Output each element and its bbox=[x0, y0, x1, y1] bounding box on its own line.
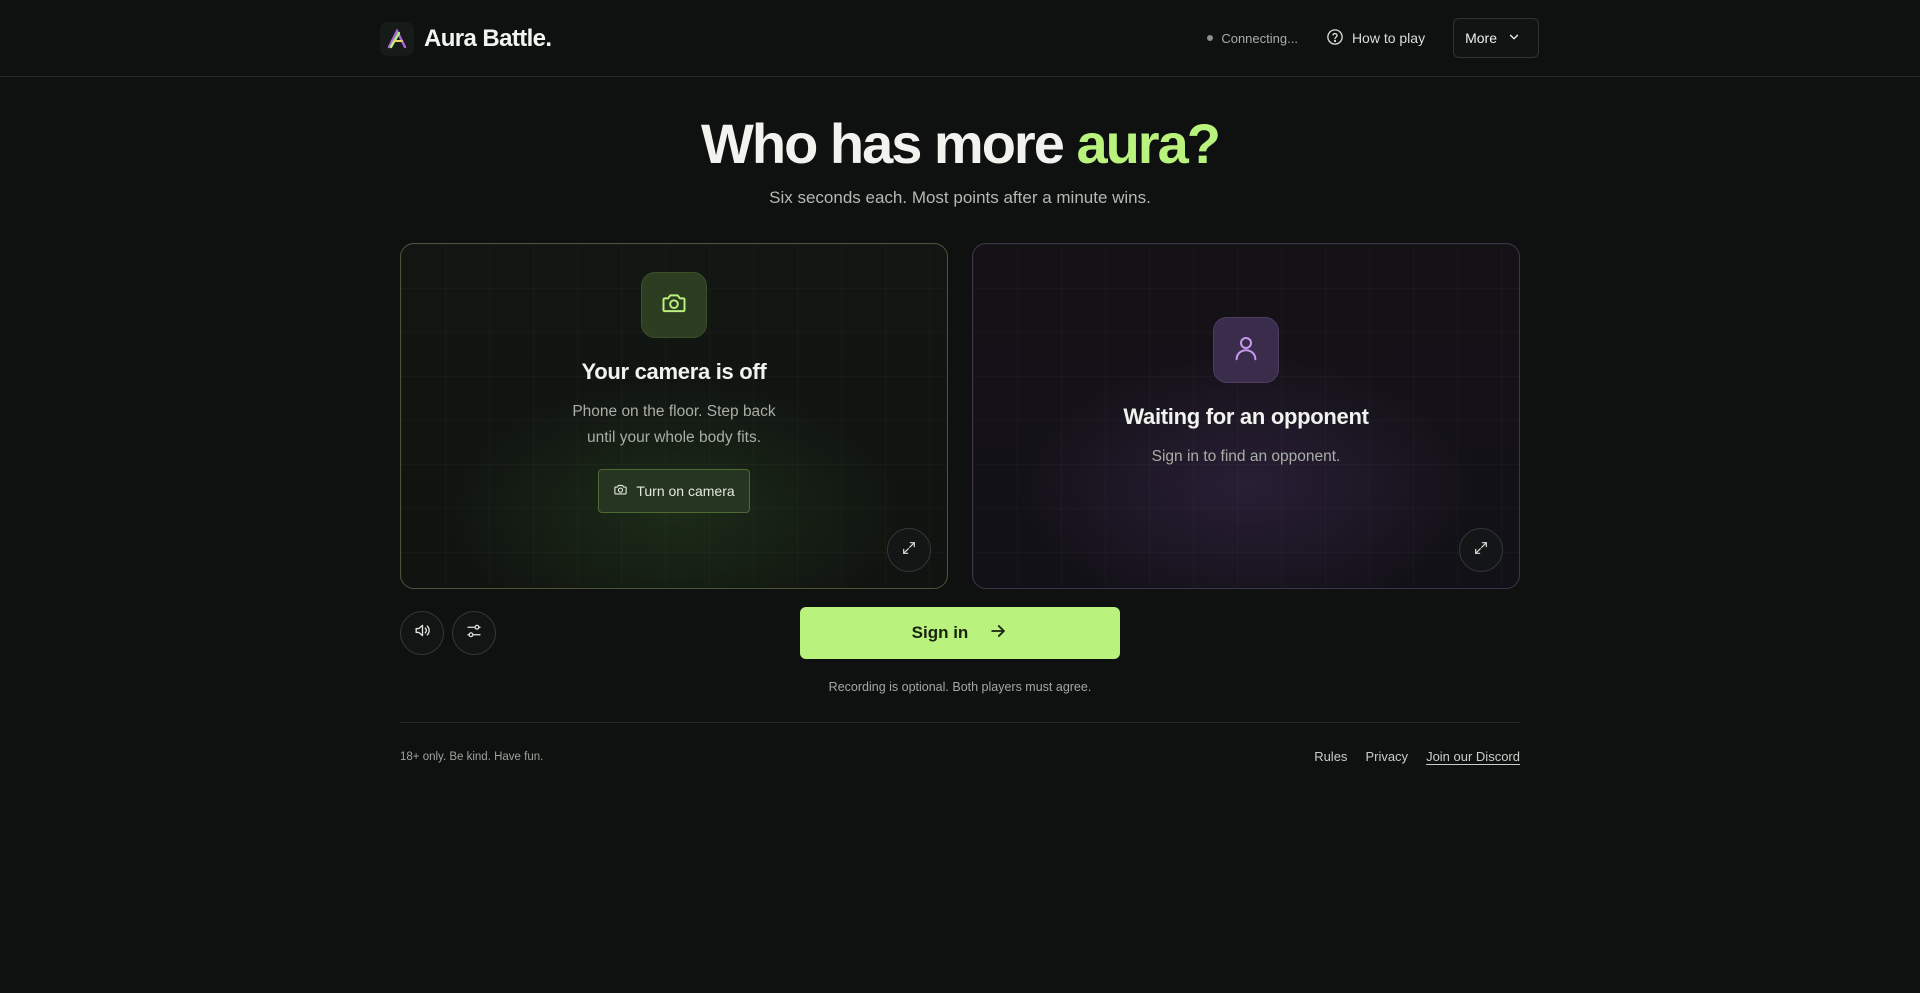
hero-subtitle: Six seconds each. Most points after a mi… bbox=[769, 188, 1151, 207]
waiting-text: Sign in to find an opponent. bbox=[1151, 448, 1341, 465]
header-actions: Connecting... How to play More bbox=[1207, 18, 1539, 58]
footer-divider bbox=[400, 722, 1520, 723]
footer-link-rules[interactable]: Rules bbox=[1314, 749, 1347, 764]
expand-left-button[interactable] bbox=[887, 528, 931, 572]
arrow-right-icon bbox=[988, 621, 1008, 646]
expand-icon bbox=[1473, 540, 1489, 561]
hero-title-accent: aura? bbox=[1076, 112, 1220, 175]
how-to-play-link[interactable]: How to play bbox=[1326, 28, 1425, 49]
expand-icon bbox=[901, 540, 917, 561]
footer-link-discord[interactable]: Join our Discord bbox=[1426, 749, 1520, 764]
camera-tile bbox=[641, 272, 707, 338]
settings-button[interactable] bbox=[452, 611, 496, 655]
waiting-title: Waiting for an opponent bbox=[1123, 404, 1369, 429]
more-menu-button[interactable]: More bbox=[1453, 18, 1539, 58]
recording-note: Recording is optional. Both players must… bbox=[828, 680, 1092, 694]
opponent-panel: Waiting for an opponent Sign in to find … bbox=[972, 243, 1520, 589]
camera-off-title: Your camera is off bbox=[581, 359, 767, 384]
hero-title: Who has more aura? bbox=[0, 108, 1920, 180]
status-text: Connecting... bbox=[1221, 30, 1298, 46]
sound-toggle-button[interactable] bbox=[400, 611, 444, 655]
sliders-icon bbox=[465, 622, 483, 645]
footer-links: Rules Privacy Join our Discord bbox=[1314, 749, 1520, 764]
opponent-panel-content: Waiting for an opponent Sign in to find … bbox=[973, 317, 1519, 470]
camera-icon bbox=[660, 289, 688, 322]
brand[interactable]: Aura Battle. bbox=[380, 22, 552, 56]
footer-link-privacy[interactable]: Privacy bbox=[1365, 749, 1408, 764]
expand-right-button[interactable] bbox=[1459, 528, 1503, 572]
camera-panel-content: Your camera is off Phone on the floor. S… bbox=[401, 272, 947, 513]
help-circle-icon bbox=[1326, 28, 1344, 49]
opponent-tile bbox=[1213, 317, 1279, 383]
brand-name: Aura Battle. bbox=[424, 25, 552, 52]
sign-in-label: Sign in bbox=[911, 623, 969, 642]
status-dot-icon bbox=[1207, 35, 1214, 41]
how-to-play-label: How to play bbox=[1351, 30, 1426, 46]
connection-status: Connecting... bbox=[1207, 31, 1298, 46]
camera-small-icon bbox=[613, 482, 628, 500]
turn-on-camera-button[interactable]: Turn on camera bbox=[598, 469, 750, 513]
top-header: Aura Battle. Connecting... How to play M… bbox=[0, 0, 1920, 77]
camera-instructions: Phone on the floor. Step back until your… bbox=[572, 399, 775, 451]
user-icon bbox=[1231, 333, 1261, 368]
more-label: More bbox=[1465, 30, 1497, 46]
brand-logo-icon bbox=[380, 22, 414, 56]
hero-title-main: Who has more bbox=[701, 112, 1077, 175]
camera-instructions-line1: Phone on the floor. Step back bbox=[572, 403, 776, 420]
speaker-icon bbox=[413, 621, 432, 645]
sign-in-button[interactable]: Sign in bbox=[800, 607, 1120, 659]
camera-instructions-line2: until your whole body fits. bbox=[586, 429, 762, 446]
turn-on-camera-label: Turn on camera bbox=[636, 483, 735, 499]
player-camera-panel: Your camera is off Phone on the floor. S… bbox=[400, 243, 948, 589]
chevron-down-icon bbox=[1507, 30, 1521, 47]
footer-tagline: 18+ only. Be kind. Have fun. bbox=[400, 751, 544, 763]
